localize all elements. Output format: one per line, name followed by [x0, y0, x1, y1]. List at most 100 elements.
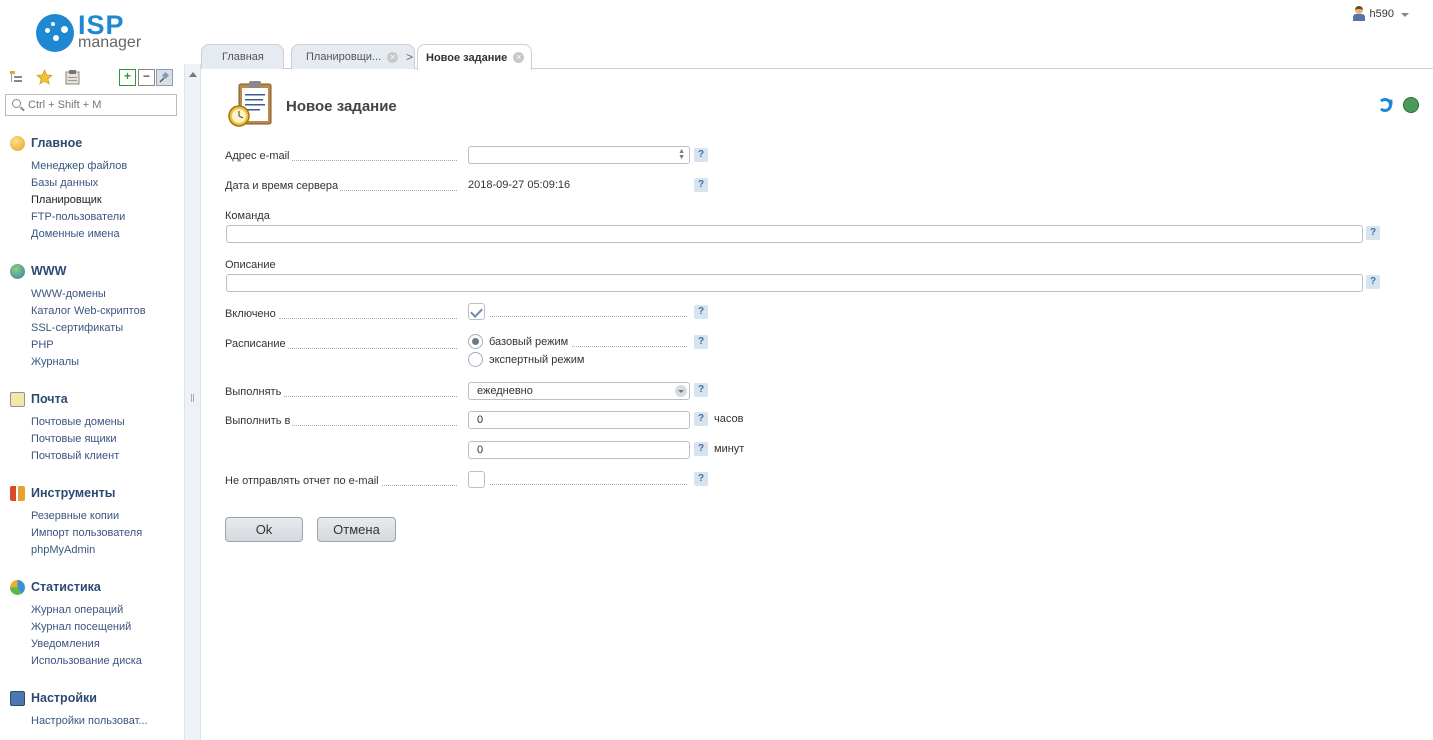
help-icon[interactable]: ? — [694, 305, 708, 319]
sidebar-item-disk-usage[interactable]: Использование диска — [31, 655, 142, 667]
mail-icon — [10, 391, 25, 407]
splitter-grip-icon — [191, 394, 194, 402]
sidebar-item-notifications[interactable]: Уведомления — [31, 638, 100, 650]
menu-group-header[interactable]: Главное — [10, 134, 82, 152]
hours-unit: часов — [714, 413, 744, 425]
settings-icon — [10, 690, 25, 706]
leader-dots — [572, 346, 687, 347]
tree-view-icon[interactable] — [8, 69, 25, 86]
help-icon[interactable]: ? — [694, 472, 708, 486]
menu-search[interactable] — [5, 94, 177, 116]
sidebar-item-mail-domains[interactable]: Почтовые домены — [31, 416, 125, 428]
globe-icon — [10, 263, 25, 279]
schedule-label: Расписание — [225, 338, 286, 350]
sidebar-item-user-settings[interactable]: Настройки пользоват... — [31, 715, 148, 727]
sidebar-item-php[interactable]: PHP — [31, 339, 54, 351]
hours-field[interactable] — [468, 411, 690, 429]
collapse-all-icon[interactable]: − — [138, 69, 155, 86]
sidebar-item-ssl[interactable]: SSL-сертификаты — [31, 322, 123, 334]
help-icon[interactable]: ? — [1366, 226, 1380, 240]
sidebar-item-ftp-users[interactable]: FTP-пользователи — [31, 211, 125, 223]
close-form-icon[interactable] — [1403, 97, 1419, 113]
search-icon — [12, 99, 21, 108]
sidebar-item-logs[interactable]: Журналы — [31, 356, 79, 368]
sidebar-item-backups[interactable]: Резервные копии — [31, 510, 119, 522]
help-icon[interactable]: ? — [694, 148, 708, 162]
email-input[interactable] — [469, 147, 689, 163]
description-input[interactable] — [227, 275, 1362, 291]
sidebar-item-mail-client[interactable]: Почтовый клиент — [31, 450, 119, 462]
leader-dots — [288, 348, 457, 349]
leader-dots — [340, 190, 457, 191]
help-icon[interactable]: ? — [694, 412, 708, 426]
run-label: Выполнять — [225, 386, 282, 398]
sidebar-item-databases[interactable]: Базы данных — [31, 177, 98, 189]
help-icon[interactable]: ? — [1366, 275, 1380, 289]
menu-group-header[interactable]: Инструменты — [10, 484, 115, 502]
enabled-checkbox[interactable] — [468, 303, 485, 320]
close-icon[interactable]: × — [513, 52, 525, 63]
search-input[interactable] — [28, 97, 173, 113]
description-field[interactable] — [226, 274, 1363, 292]
user-menu[interactable]: h590 — [1352, 6, 1409, 21]
scroll-up-icon[interactable] — [189, 72, 197, 77]
leader-dots — [382, 485, 457, 486]
stepper-arrows-icon[interactable]: ▲ ▼ — [678, 148, 685, 161]
sidebar-splitter[interactable] — [184, 64, 201, 740]
tools-icon — [10, 485, 25, 501]
sidebar-item-visits-log[interactable]: Журнал посещений — [31, 621, 131, 633]
run-at-label: Выполнить в — [225, 415, 291, 427]
schedule-basic-radio[interactable] — [468, 334, 483, 349]
clipboard-icon[interactable] — [64, 69, 81, 86]
sidebar-item-scheduler[interactable]: Планировщик — [31, 194, 102, 206]
help-icon[interactable]: ? — [694, 383, 708, 397]
expand-all-icon[interactable]: + — [119, 69, 136, 86]
ok-button[interactable]: Ok — [225, 517, 303, 542]
email-label: Адрес e-mail — [225, 150, 290, 162]
tab-scheduler[interactable]: Планировщи... × — [291, 44, 415, 69]
leader-dots — [284, 396, 457, 397]
menu-group-header[interactable]: Почта — [10, 390, 68, 408]
home-icon — [10, 135, 25, 151]
help-icon[interactable]: ? — [694, 178, 708, 192]
cancel-button[interactable]: Отмена — [317, 517, 396, 542]
hours-input[interactable] — [469, 412, 689, 428]
isp-manager-logo[interactable]: ISP manager — [36, 10, 156, 54]
refresh-icon[interactable] — [1378, 98, 1392, 112]
menu-group-header[interactable]: WWW — [10, 262, 66, 280]
minutes-field[interactable] — [468, 441, 690, 459]
chevron-down-icon[interactable] — [675, 385, 687, 397]
chevron-down-icon — [1401, 12, 1409, 17]
tab-main[interactable]: Главная — [201, 44, 284, 69]
leader-dots — [279, 318, 457, 319]
leader-dots — [292, 160, 457, 161]
leader-dots — [490, 484, 687, 485]
page-title: Новое задание — [286, 98, 397, 115]
sidebar-item-domain-names[interactable]: Доменные имена — [31, 228, 120, 240]
close-icon[interactable]: × — [387, 51, 399, 63]
command-field[interactable] — [226, 225, 1363, 243]
leader-dots — [490, 316, 687, 317]
email-field[interactable]: ▲ ▼ — [468, 146, 690, 164]
help-icon[interactable]: ? — [694, 335, 708, 349]
sidebar-item-www-domains[interactable]: WWW-домены — [31, 288, 106, 300]
menu-group-header[interactable]: Настройки — [10, 689, 97, 707]
tab-new-task[interactable]: Новое задание × — [417, 44, 532, 70]
sidebar-item-operations-log[interactable]: Журнал операций — [31, 604, 123, 616]
favorites-star-icon[interactable] — [36, 69, 53, 86]
sidebar-item-file-manager[interactable]: Менеджер файлов — [31, 160, 127, 172]
run-frequency-select[interactable]: ежедневно — [468, 382, 690, 400]
server-time-label: Дата и время сервера — [225, 180, 339, 192]
sidebar-item-import-user[interactable]: Импорт пользователя — [31, 527, 142, 539]
minutes-input[interactable] — [469, 442, 689, 458]
tab-bar: Главная Планировщи... × > Новое задание … — [201, 44, 1433, 70]
sidebar-item-mailboxes[interactable]: Почтовые ящики — [31, 433, 117, 445]
menu-group-header[interactable]: Статистика — [10, 578, 101, 596]
sidebar-item-web-scripts[interactable]: Каталог Web-скриптов — [31, 305, 146, 317]
pin-icon[interactable] — [156, 69, 173, 86]
schedule-expert-radio[interactable] — [468, 352, 483, 367]
no-report-checkbox[interactable] — [468, 471, 485, 488]
command-input[interactable] — [227, 226, 1362, 242]
help-icon[interactable]: ? — [694, 442, 708, 456]
sidebar-item-phpmyadmin[interactable]: phpMyAdmin — [31, 544, 95, 556]
